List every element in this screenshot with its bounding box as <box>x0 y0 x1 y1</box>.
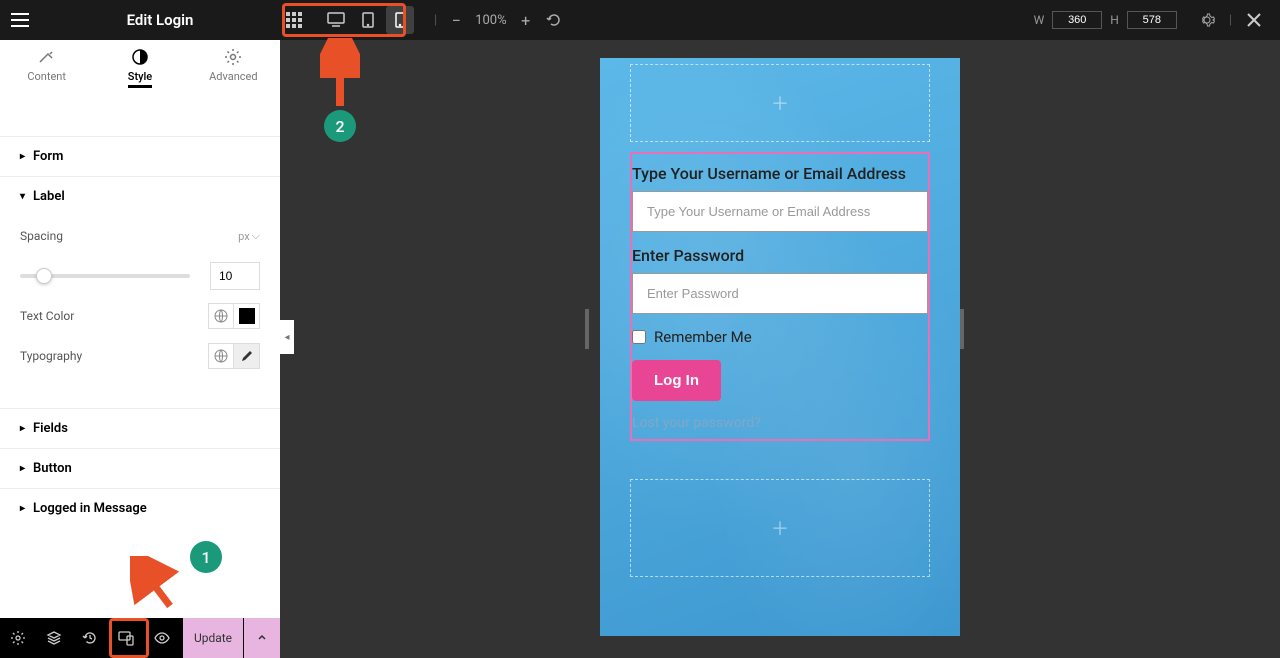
canvas-height-input[interactable] <box>1127 11 1177 29</box>
empty-section-top[interactable]: ＋ <box>630 64 930 142</box>
section-label[interactable]: ▾Label <box>0 176 280 216</box>
annotation-arrow-1 <box>130 556 180 616</box>
settings-icon[interactable] <box>1193 6 1221 34</box>
chevron-right-icon: ▸ <box>20 151 25 162</box>
preview-icon[interactable] <box>144 618 180 658</box>
settings-icon[interactable] <box>0 618 36 658</box>
lost-password-link[interactable]: Lost your password? <box>632 415 928 431</box>
panel-title: Edit Login <box>40 11 280 29</box>
login-button[interactable]: Log In <box>632 360 721 401</box>
editor-panel: Content Style Advanced ▸Form ▾Label Spac… <box>0 40 280 618</box>
tab-style[interactable]: Style <box>93 40 186 96</box>
canvas-area: ＋ Type Your Username or Email Address En… <box>280 40 1280 658</box>
tab-content[interactable]: Content <box>0 40 93 96</box>
zoom-value: 100% <box>475 13 506 28</box>
tablet-device-button[interactable] <box>354 6 382 34</box>
spacing-unit[interactable]: px ⌵ <box>238 229 260 243</box>
mobile-device-button[interactable] <box>386 6 414 34</box>
chevron-right-icon: ▸ <box>20 423 25 434</box>
remember-me-row[interactable]: Remember Me <box>632 328 928 346</box>
responsive-mode-button[interactable] <box>108 618 144 658</box>
tab-label: Content <box>27 70 66 88</box>
remember-label: Remember Me <box>654 328 752 346</box>
canvas-size-inputs: W H | <box>1034 6 1268 34</box>
chevron-right-icon: ▸ <box>20 463 25 474</box>
typography-label: Typography <box>20 349 82 363</box>
section-logged-in[interactable]: ▸Logged in Message <box>0 488 280 528</box>
spacing-label: Spacing <box>20 229 63 243</box>
height-label: H <box>1110 13 1119 27</box>
password-label: Enter Password <box>632 246 928 265</box>
label-controls: Spacing px ⌵ Text Color Typography <box>0 216 280 388</box>
section-form[interactable]: ▸Form <box>0 136 280 176</box>
history-icon[interactable] <box>72 618 108 658</box>
width-label: W <box>1034 13 1045 27</box>
password-input[interactable] <box>632 273 928 314</box>
slider-handle[interactable] <box>36 268 52 284</box>
undo-button[interactable] <box>545 11 563 29</box>
empty-section-bottom[interactable]: ＋ <box>630 479 930 577</box>
hamburger-menu-button[interactable] <box>0 0 40 40</box>
resize-handle-left[interactable] <box>585 309 589 349</box>
plus-icon: ＋ <box>771 515 789 541</box>
chevron-right-icon: ▸ <box>20 503 25 514</box>
remember-checkbox[interactable] <box>632 330 646 344</box>
spacing-input[interactable] <box>210 262 260 290</box>
close-icon[interactable] <box>1240 6 1268 34</box>
username-input[interactable] <box>632 191 928 232</box>
section-fields[interactable]: ▸Fields <box>0 408 280 448</box>
username-label: Type Your Username or Email Address <box>632 164 928 183</box>
panel-body: ▸Form ▾Label Spacing px ⌵ Text Color Typ… <box>0 96 280 618</box>
zoom-out-button[interactable]: − <box>447 11 465 29</box>
panel-collapse-handle[interactable]: ◂ <box>280 320 294 354</box>
edit-typography-button[interactable] <box>234 343 260 369</box>
navigator-icon[interactable] <box>280 6 308 34</box>
panel-tabs: Content Style Advanced <box>0 40 280 96</box>
globe-icon[interactable] <box>208 303 234 329</box>
annotation-badge-1: 1 <box>190 541 222 573</box>
globe-icon[interactable] <box>208 343 234 369</box>
color-picker-button[interactable] <box>234 303 260 329</box>
text-color-label: Text Color <box>20 309 74 323</box>
zoom-in-button[interactable]: + <box>517 11 535 29</box>
device-switcher <box>320 4 416 36</box>
update-options-button[interactable] <box>244 618 280 658</box>
bottom-bar: Update <box>0 618 280 658</box>
spacing-slider[interactable] <box>20 274 190 278</box>
top-bar: Edit Login | − 100% + W H | <box>0 0 1280 40</box>
plus-icon: ＋ <box>771 90 789 116</box>
desktop-device-button[interactable] <box>322 6 350 34</box>
resize-handle-right[interactable] <box>960 309 964 349</box>
tab-advanced[interactable]: Advanced <box>187 40 280 96</box>
tab-label: Style <box>128 70 152 88</box>
login-form-widget[interactable]: Type Your Username or Email Address Ente… <box>630 152 930 441</box>
chevron-down-icon: ▾ <box>20 191 25 202</box>
annotation-arrow-2 <box>320 38 360 110</box>
stack-icon[interactable] <box>36 618 72 658</box>
annotation-badge-2: 2 <box>324 110 356 142</box>
mobile-preview-frame: ＋ Type Your Username or Email Address En… <box>600 58 960 636</box>
canvas-width-input[interactable] <box>1052 11 1102 29</box>
update-button[interactable]: Update <box>183 618 243 658</box>
tab-label: Advanced <box>209 70 257 88</box>
zoom-controls: | − 100% + <box>434 11 563 29</box>
section-button[interactable]: ▸Button <box>0 448 280 488</box>
